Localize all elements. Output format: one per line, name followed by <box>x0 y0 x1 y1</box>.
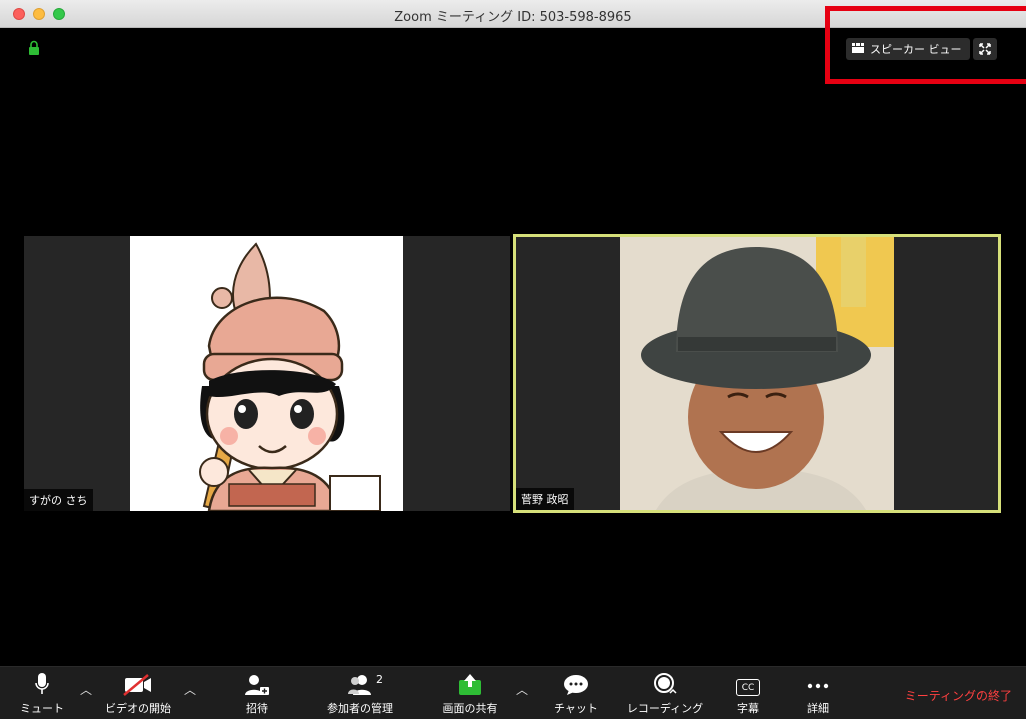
invite-button[interactable]: 招待 <box>232 667 282 719</box>
manage-participants-label: 参加者の管理 <box>327 702 393 715</box>
audio-options-chevron-up-icon[interactable]: ︿ <box>80 681 92 698</box>
end-meeting-button[interactable]: ミーティングの終了 <box>905 687 1012 704</box>
mute-button[interactable]: ミュート <box>14 667 70 719</box>
cc-icon-text: CC <box>741 682 755 693</box>
share-screen-button[interactable]: 画面の共有 <box>432 667 508 719</box>
participant-name-label: 菅野 政昭 <box>516 488 574 510</box>
zoom-meeting-window: Zoom ミーティング ID: 503-598-8965 スピーカー ビュー す… <box>0 0 1026 719</box>
participant-video-photo <box>620 237 894 510</box>
participant-video-illustration <box>130 236 403 511</box>
video-off-icon <box>123 674 151 696</box>
lock-icon[interactable] <box>28 40 40 56</box>
invite-label: 招待 <box>246 702 268 715</box>
captions-label: 字幕 <box>737 702 759 715</box>
record-icon <box>654 673 677 694</box>
chat-button[interactable]: チャット <box>546 667 606 719</box>
participant-name-label: すがの さち <box>24 489 93 511</box>
add-person-icon <box>245 675 269 695</box>
more-label: 詳細 <box>807 702 829 715</box>
start-video-button[interactable]: ビデオの開始 <box>100 667 176 719</box>
share-screen-icon <box>459 674 481 695</box>
more-button[interactable]: 詳細 <box>798 667 838 719</box>
meeting-toolbar: ミュート ︿ ビデオの開始 ︿ 招待 参加者の管理 2 画面の共有 ︿ チャット… <box>0 666 1026 719</box>
participant-count-badge: 2 <box>376 673 383 686</box>
captions-button[interactable]: CC 字幕 <box>728 667 768 719</box>
closed-captions-icon: CC <box>736 679 760 696</box>
chat-bubble-icon <box>564 675 588 695</box>
share-screen-label: 画面の共有 <box>442 702 498 715</box>
more-dots-icon <box>807 683 829 689</box>
highlight-annotation-box <box>825 6 1026 84</box>
recording-label: レコーディング <box>626 702 704 715</box>
chat-label: チャット <box>554 702 598 715</box>
participants-icon <box>348 675 371 695</box>
video-options-chevron-up-icon[interactable]: ︿ <box>184 681 196 698</box>
microphone-icon <box>35 673 49 694</box>
manage-participants-button[interactable]: 参加者の管理 <box>318 667 402 719</box>
share-options-chevron-up-icon[interactable]: ︿ <box>516 681 528 698</box>
participant-tile[interactable]: すがの さち <box>24 236 510 511</box>
mute-label: ミュート <box>20 702 64 715</box>
recording-button[interactable]: レコーディング <box>622 667 708 719</box>
start-video-label: ビデオの開始 <box>105 702 171 715</box>
participant-tile-active-speaker[interactable]: 菅野 政昭 <box>513 234 1001 513</box>
